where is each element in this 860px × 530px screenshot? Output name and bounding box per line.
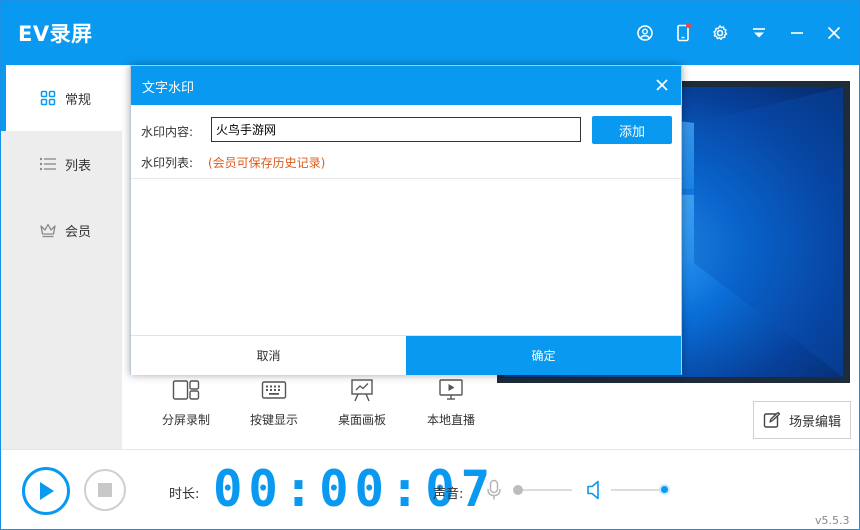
list-icon	[39, 155, 57, 173]
key-display-button[interactable]: 按键显示	[239, 377, 309, 428]
dialog-footer: 取消 确定	[131, 335, 681, 375]
member-hint: (会员可保存历史记录)	[208, 156, 326, 170]
minimize-icon[interactable]	[785, 21, 809, 45]
scene-edit-label: 场景编辑	[788, 414, 841, 430]
dialog-close-icon[interactable]	[653, 76, 671, 94]
title-bar: EV录屏	[1, 1, 859, 65]
speaker-volume-knob[interactable]	[659, 484, 670, 495]
split-screen-icon	[151, 377, 221, 403]
sidebar-item-general[interactable]: 常规	[1, 65, 122, 131]
crown-icon	[39, 221, 57, 239]
settings-icon[interactable]	[708, 21, 732, 45]
user-icon[interactable]	[633, 21, 657, 45]
edit-icon	[763, 411, 781, 429]
dialog-title: 文字水印	[142, 81, 195, 96]
dropdown-menu-icon[interactable]	[747, 21, 771, 45]
phone-icon[interactable]	[671, 21, 695, 45]
app-title: EV录屏	[18, 22, 93, 46]
speaker-icon[interactable]	[586, 479, 602, 501]
sound-label: 声音:	[433, 487, 464, 502]
play-icon	[40, 482, 54, 500]
sidebar-item-label: 列表	[65, 158, 92, 174]
close-icon[interactable]	[822, 21, 846, 45]
watermark-content-label: 水印内容:	[141, 125, 194, 139]
mic-volume-knob[interactable]	[513, 485, 523, 495]
easel-icon	[327, 377, 397, 403]
scene-edit-button[interactable]: 场景编辑	[753, 401, 851, 439]
version-label: v5.5.3	[815, 514, 850, 527]
app-window: EV录屏 常规 列表 会员 分屏录制 按键显示 桌面画板 本地直播 场景编辑 时…	[0, 0, 860, 530]
sidebar-item-member[interactable]: 会员	[1, 197, 122, 263]
split-screen-record-button[interactable]: 分屏录制	[151, 377, 221, 428]
microphone-icon[interactable]	[486, 479, 502, 501]
sidebar-item-list[interactable]: 列表	[1, 131, 122, 197]
keyboard-icon	[239, 377, 309, 403]
sidebar-item-label: 会员	[65, 224, 92, 240]
tool-label: 本地直播	[426, 413, 475, 427]
add-watermark-button[interactable]: 添加	[592, 116, 672, 144]
tool-label: 按键显示	[249, 413, 298, 427]
stop-button[interactable]	[84, 469, 126, 511]
watermark-list[interactable]	[131, 178, 681, 335]
local-live-button[interactable]: 本地直播	[416, 377, 486, 428]
dialog-header: 文字水印	[131, 66, 681, 105]
speaker-volume-track[interactable]	[611, 489, 665, 491]
mic-volume-track[interactable]	[518, 489, 572, 491]
duration-label: 时长:	[169, 487, 200, 502]
live-screen-icon	[416, 377, 486, 403]
ok-button[interactable]: 确定	[406, 336, 681, 375]
watermark-content-input[interactable]	[211, 117, 581, 142]
stop-icon	[98, 483, 112, 497]
watermark-list-label: 水印列表:	[141, 156, 194, 170]
text-watermark-dialog: 文字水印 水印内容: 添加 水印列表: (会员可保存历史记录) 取消 确定	[130, 65, 682, 375]
sidebar: 常规 列表 会员	[1, 65, 122, 449]
desktop-drawing-button[interactable]: 桌面画板	[327, 377, 397, 428]
play-button[interactable]	[22, 467, 70, 515]
tool-label: 桌面画板	[337, 413, 386, 427]
cancel-button[interactable]: 取消	[131, 336, 406, 375]
sidebar-item-label: 常规	[65, 92, 92, 108]
tool-label: 分屏录制	[161, 413, 210, 427]
grid-icon	[39, 89, 57, 107]
bottom-bar: 时长: 00:00:07 声音: v5.5.3	[1, 449, 859, 529]
